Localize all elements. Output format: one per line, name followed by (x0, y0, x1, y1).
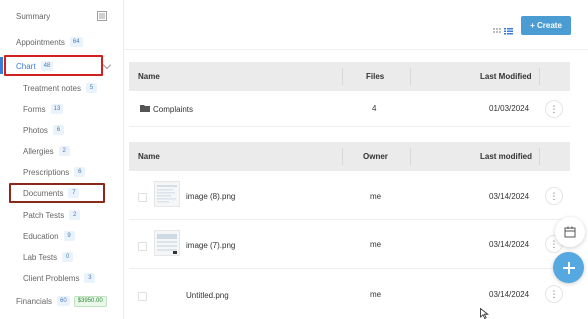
column-divider (410, 148, 411, 165)
column-header-files[interactable]: Files (366, 72, 384, 81)
more-options-button[interactable]: ⋮ (545, 285, 563, 303)
file-owner: me (370, 192, 382, 201)
row-checkbox[interactable] (138, 242, 147, 251)
plus-icon (562, 261, 575, 274)
calendar-button[interactable] (555, 217, 585, 247)
file-thumbnail (154, 230, 180, 256)
file-thumbnail (154, 181, 180, 207)
column-divider (410, 68, 411, 85)
sidebar-item-photos[interactable]: Photos 6 (0, 120, 124, 140)
view-toggle[interactable] (493, 27, 515, 36)
sidebar-item-label: Summary (16, 11, 51, 21)
last-modified: 03/14/2024 (489, 192, 530, 201)
column-divider (539, 68, 540, 85)
files-table-header: Name Owner Last modified (129, 142, 570, 171)
count-badge: 5 (85, 83, 97, 93)
folder-icon (140, 105, 150, 112)
sidebar-item-forms[interactable]: Forms 13 (0, 99, 124, 119)
more-options-button[interactable]: ⋮ (545, 187, 563, 205)
sidebar: Summary Appointments 64 Chart 48 Treatme… (0, 0, 124, 319)
row-checkbox[interactable] (138, 292, 147, 301)
sidebar-item-appointments[interactable]: Appointments 64 (0, 32, 124, 52)
file-row[interactable]: image (7).png me 03/14/2024 ⋮ (129, 220, 570, 269)
count-badge: 3 (84, 273, 96, 283)
column-divider (342, 68, 343, 85)
sidebar-item-patch-tests[interactable]: Patch Tests 2 (0, 205, 124, 225)
count-badge: 13 (50, 104, 64, 114)
sidebar-item-label: Appointments (16, 37, 65, 47)
count-badge: 0 (62, 252, 74, 262)
column-header-name[interactable]: Name (138, 152, 160, 161)
calendar-icon (564, 226, 576, 238)
sidebar-item-label: Prescriptions (23, 167, 70, 177)
folders-table-header: Name Files Last Modified (129, 62, 570, 91)
count-badge: 9 (63, 231, 75, 241)
column-header-last-modified[interactable]: Last Modified (480, 72, 532, 81)
sidebar-item-treatment-notes[interactable]: Treatment notes 5 (0, 78, 124, 98)
sidebar-item-allergies[interactable]: Allergies 2 (0, 141, 124, 161)
file-name[interactable]: image (8).png (186, 192, 235, 201)
add-floating-button[interactable] (553, 252, 584, 283)
sidebar-item-label: Financials (16, 296, 53, 306)
count-badge: 48 (40, 61, 54, 71)
column-header-last-modified[interactable]: Last modified (480, 152, 532, 161)
more-options-button[interactable]: ⋮ (545, 100, 563, 118)
sidebar-item-client-problems[interactable]: Client Problems 3 (0, 268, 124, 288)
count-badge: 2 (58, 146, 70, 156)
file-row[interactable]: Untitled.png me 03/14/2024 ⋮ (129, 269, 570, 319)
count-badge: 2 (69, 210, 81, 220)
sidebar-item-label: Lab Tests (23, 252, 58, 262)
count-badge: 64 (69, 37, 83, 47)
sidebar-item-label: Photos (23, 125, 48, 135)
sidebar-item-label: Client Problems (23, 273, 80, 283)
sidebar-item-label: Forms (23, 104, 46, 114)
sidebar-item-documents[interactable]: Documents 7 (0, 183, 124, 203)
create-button[interactable]: + Create (521, 16, 571, 35)
count-badge: 60 (57, 296, 70, 306)
sidebar-item-lab-tests[interactable]: Lab Tests 0 (0, 247, 124, 267)
mouse-cursor-icon (480, 308, 489, 319)
folder-row[interactable]: Complaints 4 01/03/2024 ⋮ (129, 91, 570, 127)
sidebar-item-financials[interactable]: Financials 60 $3950.00 (0, 291, 124, 311)
column-header-name[interactable]: Name (138, 72, 160, 81)
sidebar-item-label: Treatment notes (23, 83, 81, 93)
last-modified: 03/14/2024 (489, 240, 530, 249)
grid-view-icon (493, 28, 501, 33)
column-divider (539, 148, 540, 165)
balance-badge: $3950.00 (73, 295, 107, 307)
file-owner: me (370, 290, 382, 299)
sidebar-item-education[interactable]: Education 9 (0, 226, 124, 246)
count-badge: 7 (68, 188, 80, 198)
sidebar-item-label: Patch Tests (23, 210, 65, 220)
top-bar (124, 0, 588, 50)
file-name[interactable]: image (7).png (186, 241, 235, 250)
file-row[interactable]: image (8).png me 03/14/2024 ⋮ (129, 171, 570, 220)
image-preview-icon (157, 185, 177, 203)
file-name[interactable]: Untitled.png (186, 291, 229, 300)
sidebar-item-label: Chart (16, 61, 36, 71)
row-checkbox[interactable] (138, 193, 147, 202)
list-view-icon (504, 28, 513, 35)
column-divider (342, 148, 343, 165)
count-badge: 6 (52, 125, 64, 135)
summary-list-icon[interactable] (97, 11, 107, 21)
last-modified: 03/14/2024 (489, 290, 530, 299)
count-badge: 6 (74, 167, 86, 177)
last-modified: 01/03/2024 (489, 104, 530, 113)
sidebar-item-label: Education (23, 231, 59, 241)
file-owner: me (370, 240, 382, 249)
column-header-owner[interactable]: Owner (363, 152, 388, 161)
sidebar-item-prescriptions[interactable]: Prescriptions 6 (0, 162, 124, 182)
file-count: 4 (372, 104, 377, 113)
image-preview-icon (157, 234, 177, 254)
folder-name[interactable]: Complaints (153, 105, 193, 114)
sidebar-item-label: Allergies (23, 146, 54, 156)
sidebar-item-label: Documents (23, 188, 64, 198)
